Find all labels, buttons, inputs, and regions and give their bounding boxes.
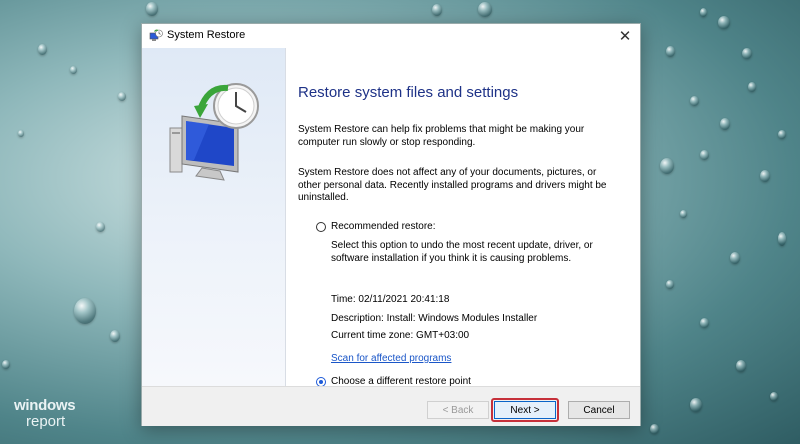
raindrop xyxy=(38,44,47,55)
recommended-restore-radio[interactable] xyxy=(316,221,326,232)
restore-time: Time: 02/11/2021 20:41:18 xyxy=(331,294,450,305)
raindrop xyxy=(650,424,659,434)
raindrop xyxy=(660,158,674,174)
raindrop xyxy=(74,298,96,324)
raindrop xyxy=(118,92,126,101)
cancel-button[interactable]: Cancel xyxy=(568,401,630,419)
raindrop xyxy=(700,8,707,17)
intro-text: System Restore can help fix problems tha… xyxy=(298,124,585,148)
raindrop xyxy=(146,2,158,16)
raindrop xyxy=(760,170,770,182)
wizard-sidebar xyxy=(142,48,286,386)
raindrop xyxy=(96,222,105,232)
raindrop xyxy=(742,48,752,59)
different-restore-radio[interactable] xyxy=(316,376,326,387)
raindrop xyxy=(2,360,10,369)
raindrop xyxy=(690,398,702,412)
next-button[interactable]: Next > xyxy=(494,401,556,419)
recommended-restore-label: Recommended restore: xyxy=(331,221,436,232)
logo-line-1: windows xyxy=(14,397,76,414)
logo-line-2: report xyxy=(26,413,66,430)
raindrop xyxy=(18,130,24,137)
close-button[interactable]: ✕ xyxy=(610,24,640,48)
raindrop xyxy=(478,2,492,17)
recommended-restore-description: Select this option to undo the most rece… xyxy=(331,240,593,264)
page-title: Restore system files and settings xyxy=(298,84,519,101)
raindrop xyxy=(70,66,77,74)
system-restore-window: System Restore ✕ Restore system files an… xyxy=(141,23,641,426)
back-button[interactable]: < Back xyxy=(427,401,489,419)
raindrop xyxy=(778,232,786,246)
raindrop xyxy=(720,118,730,130)
window-title: System Restore xyxy=(167,29,246,41)
raindrop xyxy=(110,330,120,342)
wizard-footer: < Back Next > Cancel xyxy=(142,386,640,426)
system-restore-monitor-clock-icon xyxy=(164,76,264,186)
close-icon: ✕ xyxy=(618,28,632,45)
raindrop xyxy=(736,360,746,372)
recommended-restore-option[interactable]: Recommended restore: xyxy=(316,221,436,232)
raindrop xyxy=(770,392,778,401)
restore-timezone: Current time zone: GMT+03:00 xyxy=(331,330,470,341)
raindrop xyxy=(666,280,674,289)
restore-description: Description: Install: Windows Modules In… xyxy=(331,313,538,324)
raindrop xyxy=(748,82,756,92)
title-bar[interactable]: System Restore ✕ xyxy=(142,24,640,48)
raindrop xyxy=(730,252,740,264)
system-restore-icon xyxy=(149,29,163,43)
raindrop xyxy=(700,318,709,328)
raindrop xyxy=(690,96,699,106)
raindrop xyxy=(432,4,442,16)
raindrop xyxy=(718,16,730,29)
scan-affected-programs-link[interactable]: Scan for affected programs xyxy=(331,353,451,364)
raindrop xyxy=(680,210,687,218)
raindrop xyxy=(700,150,709,160)
raindrop xyxy=(778,130,786,139)
disclaimer-text: System Restore does not affect any of yo… xyxy=(298,167,607,203)
windows-report-logo: windows report xyxy=(14,397,76,430)
raindrop xyxy=(666,46,675,57)
